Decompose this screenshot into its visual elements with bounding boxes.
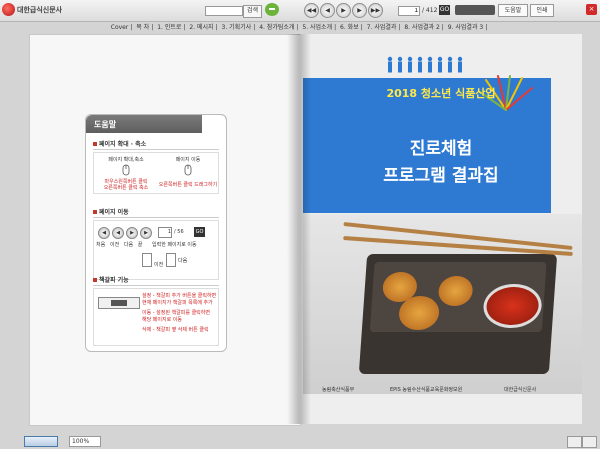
toc-item[interactable]: 목 차 (136, 24, 149, 31)
page-fold-icon (142, 253, 152, 267)
help-section-bookmark: 책갈피 기능 설정 - 책갈피 추가 버튼을 클릭하면 현재 페이지가 책갈피 … (93, 275, 219, 346)
logo-mark-icon (2, 3, 15, 16)
cover-title-line-2: 프로그램 결과집 (383, 166, 499, 186)
zoom-label: 페이지 확대,축소 (108, 157, 144, 163)
toc-item[interactable]: 4. 참가팀소개 (259, 24, 294, 31)
toc-item[interactable]: 7. 사업결과 (367, 24, 397, 31)
lunch-tray (358, 254, 558, 374)
first-page-icon[interactable]: ◀◀ (304, 3, 319, 18)
logo-epis: EPIS 농림수산식품교육문화정보원 (390, 387, 463, 393)
first-icon: ◀ (98, 227, 110, 239)
bookmark-note-1: 설정 - 책갈피 추가 버튼을 클릭하면 (142, 293, 217, 299)
search-input[interactable] (205, 6, 243, 16)
search-button[interactable]: 검색 (243, 5, 263, 18)
toc-item[interactable]: 1. 인트로 (157, 24, 181, 31)
next-spread-icon[interactable] (582, 436, 597, 448)
cover-subtitle: 2018 청소년 식품산업 (386, 87, 496, 100)
next-note: 다음 (178, 258, 188, 264)
prev-page-icon[interactable]: ◀ (320, 3, 335, 18)
move-label: 페이지 이동 (175, 157, 201, 163)
bullet-icon (93, 142, 97, 146)
book-viewer[interactable]: 도움말 페이지 확대 · 축소 페이지 확대,축소 페이지 이동 마우스왼쪽버튼… (29, 34, 582, 426)
help-section-navigation: 페이지 이동 ◀ ◀ ▶ ▶ 1 / 56 GO 처음 이전 다음 끝 입력한 … (93, 207, 219, 280)
play-icon[interactable]: ▶ (336, 3, 351, 18)
chat-icon[interactable] (265, 3, 279, 16)
top-toolbar: 대한급식신문사 검색 ◀◀ ◀ ▶ ▶ ▶▶ / 412 GO 도움말 인쇄 × (0, 0, 600, 22)
table-of-contents: Cover | 목 차 | 1. 인트로 | 2. 메시지 | 3. 기획기사 | 4. … (110, 24, 488, 31)
prev-note: 이전 (154, 262, 164, 268)
bookmark-note-2: 현재 페이지가 책갈피 목록에 추가 (142, 300, 213, 306)
bottom-toolbar: 100% (0, 433, 600, 449)
page-total: / 412 (422, 7, 438, 14)
cover-title-line-1: 진로체험 (409, 139, 473, 159)
move-note: 오른쪽버튼 클릭 드래그하기 (158, 182, 218, 188)
tray-inner (369, 262, 547, 332)
prev-spread-icon[interactable] (567, 436, 582, 448)
mouse-icon (120, 164, 132, 176)
cover-page: 2018 청소년 식품산업 진로체험 프로그램 결과집 농림축산식품부 EPIS… (300, 34, 582, 424)
toc-item[interactable]: 8. 사업결과 2 (404, 24, 439, 31)
logo-text: 대한급식신문사 (17, 5, 63, 14)
help-button[interactable]: 도움말 (498, 4, 528, 17)
left-page[interactable]: 도움말 페이지 확대 · 축소 페이지 확대,축소 페이지 이동 마우스왼쪽버튼… (29, 34, 301, 426)
help-title: 도움말 (94, 120, 117, 129)
section-box: 페이지 확대,축소 페이지 이동 마우스왼쪽버튼 클릭 오른쪽버튼 클릭 축소 … (93, 152, 219, 194)
bookmark-note-4: 해당 페이지로 이동 (142, 317, 182, 323)
cover-photo (303, 214, 582, 394)
nav-labels: 처음 이전 다음 끝 입력한 페이지로 이동 (96, 242, 197, 248)
toc-item[interactable]: 9. 사업결과 3 (448, 24, 483, 31)
bookmark-tool-icon[interactable] (455, 5, 495, 15)
toc-item[interactable]: 5. 사업소개 (302, 24, 332, 31)
close-button[interactable]: × (586, 4, 597, 15)
bookmark-sample-icon (98, 297, 140, 309)
page-fold-icon (166, 253, 176, 267)
toc-item[interactable]: Cover (111, 24, 129, 31)
toc-item[interactable]: 3. 기획기사 (222, 24, 252, 31)
sample-go-button: GO (194, 227, 205, 237)
right-page[interactable]: 2018 청소년 식품산업 진로체험 프로그램 결과집 농림축산식품부 EPIS… (300, 34, 582, 424)
help-section-zoom: 페이지 확대 · 축소 페이지 확대,축소 페이지 이동 마우스왼쪽버튼 클릭 … (93, 139, 219, 194)
bookmark-note-5: 삭제 - 책갈피 옆 삭제 버튼 클릭 (142, 327, 209, 333)
bookmark-note-3: 이동 - 설정된 책갈피를 클릭하면 (142, 310, 210, 316)
logo-ministry: 농림축산식품부 (322, 387, 355, 393)
logo[interactable]: 대한급식신문사 (2, 3, 62, 16)
section-heading: 페이지 이동 (93, 207, 219, 218)
sample-page-input: 1 (158, 227, 172, 238)
book-spine (287, 34, 311, 424)
people-icons (387, 56, 463, 73)
print-button[interactable]: 인쇄 (530, 4, 554, 17)
page-number-input[interactable] (398, 6, 420, 16)
last-icon: ▶ (140, 227, 152, 239)
prev-icon: ◀ (112, 227, 124, 239)
help-panel-header: 도움말 (86, 115, 226, 133)
section-box: 설정 - 책갈피 추가 버튼을 클릭하면 현재 페이지가 책갈피 목록에 추가 … (93, 288, 219, 346)
bullet-icon (93, 210, 97, 214)
section-box: ◀ ◀ ▶ ▶ 1 / 56 GO 처음 이전 다음 끝 입력한 페이지로 이동… (93, 220, 219, 280)
zoom-select[interactable]: 100% (69, 436, 101, 447)
go-button[interactable]: GO (439, 5, 450, 15)
next-page-icon[interactable]: ▶ (352, 3, 367, 18)
bullet-icon (93, 278, 97, 282)
sauce-cup (482, 284, 544, 328)
food-ball (437, 276, 474, 306)
mouse-icon (182, 164, 194, 176)
sample-page-total: / 56 (174, 229, 184, 235)
last-page-icon[interactable]: ▶▶ (368, 3, 383, 18)
cover-footer-logos: 농림축산식품부 EPIS 농림수산식품교육문화정보원 대한급식신문사 (300, 382, 582, 402)
section-heading: 페이지 확대 · 축소 (93, 139, 219, 150)
section-heading: 책갈피 기능 (93, 275, 219, 286)
help-tab (202, 115, 226, 133)
toc-item[interactable]: 2. 메시지 (189, 24, 213, 31)
toc-item[interactable]: 6. 화보 (340, 24, 359, 31)
zoom-note-2: 오른쪽버튼 클릭 축소 (103, 185, 149, 191)
logo-publisher: 대한급식신문사 (504, 387, 537, 393)
help-panel: 도움말 페이지 확대 · 축소 페이지 확대,축소 페이지 이동 마우스왼쪽버튼… (85, 114, 227, 352)
next-icon: ▶ (126, 227, 138, 239)
food-ball (397, 296, 441, 330)
thumbnail-button[interactable] (24, 436, 58, 447)
